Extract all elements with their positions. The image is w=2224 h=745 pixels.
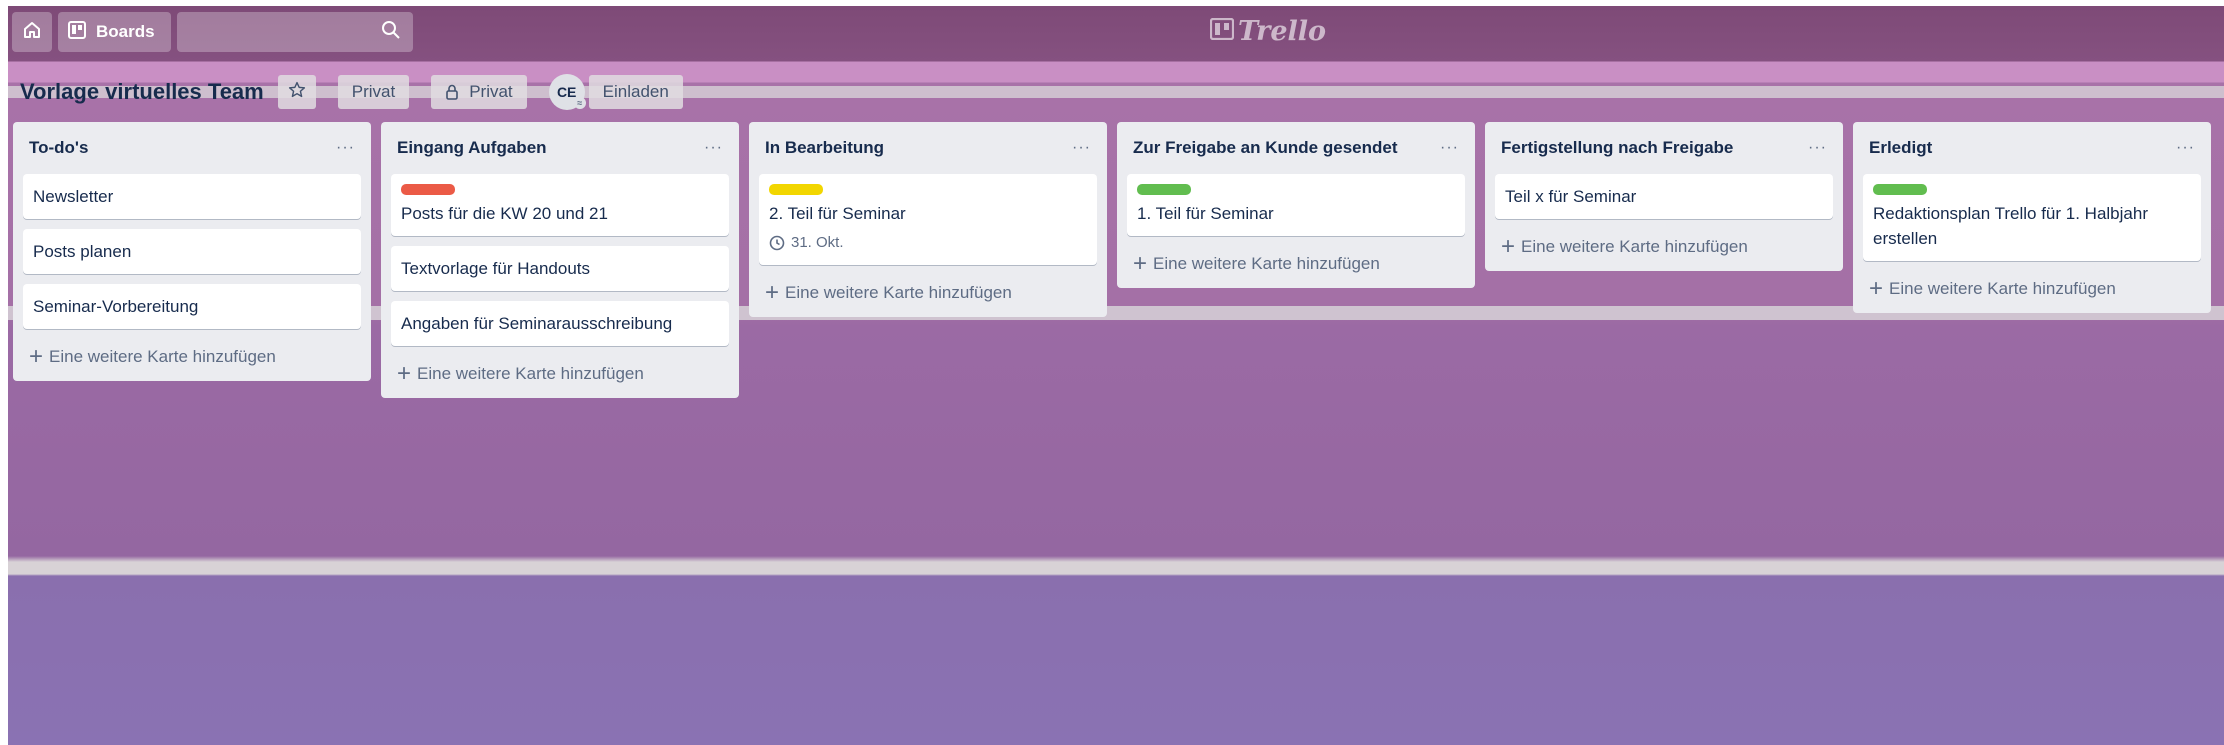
due-date-badge[interactable]: 31. Okt. [769, 230, 1087, 255]
list-header: Zur Freigabe an Kunde gesendet ··· [1127, 122, 1465, 174]
card-title: Newsletter [33, 187, 114, 206]
card[interactable]: Textvorlage für Handouts [391, 246, 729, 291]
plus-icon: + [1133, 250, 1148, 277]
list-menu-icon[interactable]: ··· [336, 139, 355, 157]
list-menu-icon[interactable]: ··· [1440, 139, 1459, 157]
list-header: Erledigt ··· [1863, 122, 2201, 174]
card-label-green[interactable] [1873, 184, 1927, 195]
add-card-button[interactable]: + Eine weitere Karte hinzufügen [391, 356, 729, 388]
add-card-button[interactable]: + Eine weitere Karte hinzufügen [1127, 246, 1465, 278]
card-label-green[interactable] [1137, 184, 1191, 195]
boards-label: Boards [96, 22, 155, 41]
home-icon [22, 20, 42, 45]
add-card-button[interactable]: + Eine weitere Karte hinzufügen [23, 339, 361, 371]
plus-icon: + [29, 343, 44, 370]
due-date: 31. Okt. [791, 234, 844, 251]
add-card-label: Eine weitere Karte hinzufügen [49, 347, 276, 366]
add-card-label: Eine weitere Karte hinzufügen [1521, 237, 1748, 256]
boards-button[interactable]: Boards [58, 12, 171, 52]
add-card-label: Eine weitere Karte hinzufügen [1889, 279, 2116, 298]
list-in-bearbeitung: In Bearbeitung ··· 2. Teil für Seminar 3… [749, 122, 1107, 317]
list-eingang-aufgaben: Eingang Aufgaben ··· Posts für die KW 20… [381, 122, 739, 398]
plus-icon: + [1869, 275, 1884, 302]
private-label: Privat [469, 82, 513, 101]
search-box[interactable] [176, 12, 413, 52]
add-card-button[interactable]: + Eine weitere Karte hinzufügen [759, 275, 1097, 307]
list-header: In Bearbeitung ··· [759, 122, 1097, 174]
list-title[interactable]: Erledigt [1869, 138, 1932, 158]
list-title[interactable]: Zur Freigabe an Kunde gesendet [1133, 138, 1398, 158]
visibility-button[interactable]: Privat [337, 75, 410, 109]
add-card-button[interactable]: + Eine weitere Karte hinzufügen [1495, 229, 1833, 261]
invite-label: Einladen [602, 82, 669, 101]
card-title: Angaben für Seminarausschreibung [401, 314, 673, 333]
board-title[interactable]: Vorlage virtuelles Team [20, 79, 264, 105]
card-title: Seminar-Vorbereitung [33, 297, 199, 316]
home-button[interactable] [12, 12, 52, 52]
clock-icon [769, 235, 791, 251]
trello-logo-icon [1209, 16, 1238, 47]
list-to-dos: To-do's ··· Newsletter Posts planen Semi… [13, 122, 371, 381]
card-title: Posts planen [33, 242, 132, 261]
list-menu-icon[interactable]: ··· [704, 139, 723, 157]
lock-icon [445, 84, 459, 100]
admin-badge-icon: ≈ [573, 97, 586, 109]
list-fertigstellung: Fertigstellung nach Freigabe ··· Teil x … [1485, 122, 1843, 271]
star-button[interactable] [277, 75, 316, 109]
list-title[interactable]: To-do's [29, 138, 88, 158]
star-icon [288, 81, 306, 104]
card-title: Posts für die KW 20 und 21 [401, 204, 608, 223]
card-title: Teil x für Seminar [1505, 187, 1637, 206]
member-initials: CE [556, 84, 577, 100]
list-title[interactable]: In Bearbeitung [765, 138, 884, 158]
trello-logo[interactable]: Trello [1209, 16, 1327, 47]
top-header: Boards Trello [8, 6, 2224, 58]
add-card-button[interactable]: + Eine weitere Karte hinzufügen [1863, 271, 2201, 303]
card[interactable]: 2. Teil für Seminar 31. Okt. [759, 174, 1097, 265]
private-button[interactable]: Privat [431, 75, 527, 109]
list-menu-icon[interactable]: ··· [1808, 139, 1827, 157]
list-header: Eingang Aufgaben ··· [391, 122, 729, 174]
add-card-label: Eine weitere Karte hinzufügen [417, 364, 644, 383]
list-zur-freigabe: Zur Freigabe an Kunde gesendet ··· 1. Te… [1117, 122, 1475, 288]
card-title: 2. Teil für Seminar [769, 204, 906, 223]
list-header: To-do's ··· [23, 122, 361, 174]
card[interactable]: Newsletter [23, 174, 361, 219]
list-menu-icon[interactable]: ··· [2176, 139, 2195, 157]
add-card-label: Eine weitere Karte hinzufügen [1153, 254, 1380, 273]
invite-button[interactable]: Einladen [588, 75, 683, 109]
list-menu-icon[interactable]: ··· [1072, 139, 1091, 157]
card[interactable]: Posts für die KW 20 und 21 [391, 174, 729, 236]
card-title: 1. Teil für Seminar [1137, 204, 1274, 223]
card-title: Redaktionsplan Trello für 1. Halbjahr er… [1873, 204, 2148, 248]
trello-logo-text: Trello [1238, 16, 1327, 47]
visibility-label: Privat [351, 82, 396, 101]
plus-icon: + [765, 279, 780, 306]
list-title[interactable]: Fertigstellung nach Freigabe [1501, 138, 1733, 158]
card[interactable]: Redaktionsplan Trello für 1. Halbjahr er… [1863, 174, 2201, 261]
card[interactable]: Angaben für Seminarausschreibung [391, 301, 729, 346]
member-avatar[interactable]: CE ≈ [548, 74, 586, 110]
list-header: Fertigstellung nach Freigabe ··· [1495, 122, 1833, 174]
add-card-label: Eine weitere Karte hinzufügen [785, 283, 1012, 302]
list-erledigt: Erledigt ··· Redaktionsplan Trello für 1… [1853, 122, 2211, 313]
board-header: Vorlage virtuelles Team Privat Privat CE… [20, 72, 705, 112]
card-label-red[interactable] [401, 184, 455, 195]
plus-icon: + [1501, 233, 1516, 260]
plus-icon: + [397, 360, 412, 387]
card[interactable]: Teil x für Seminar [1495, 174, 1833, 219]
card-label-yellow[interactable] [769, 184, 823, 195]
card[interactable]: Posts planen [23, 229, 361, 274]
boards-icon [68, 20, 96, 44]
card[interactable]: Seminar-Vorbereitung [23, 284, 361, 329]
card[interactable]: 1. Teil für Seminar [1127, 174, 1465, 236]
list-title[interactable]: Eingang Aufgaben [397, 138, 547, 158]
card-title: Textvorlage für Handouts [401, 259, 590, 278]
